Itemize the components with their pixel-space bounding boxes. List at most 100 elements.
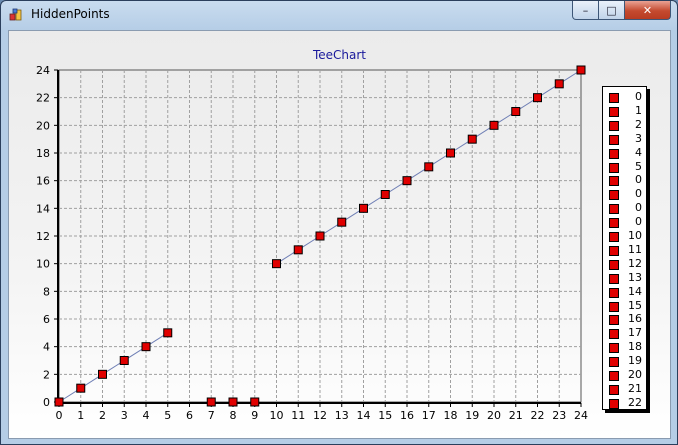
y-tick-label: 16 bbox=[36, 175, 50, 188]
legend-item[interactable]: 2 bbox=[603, 118, 647, 132]
window-title: HiddenPoints bbox=[31, 7, 110, 21]
x-tick-label: 20 bbox=[487, 409, 501, 422]
x-tick-label: 7 bbox=[208, 409, 215, 422]
legend-item[interactable]: 0 bbox=[603, 187, 647, 201]
maximize-icon: □ bbox=[606, 3, 617, 17]
legend-item[interactable]: 0 bbox=[603, 201, 647, 215]
legend-swatch bbox=[609, 93, 619, 103]
x-tick-label: 6 bbox=[186, 409, 193, 422]
legend-label: 3 bbox=[635, 131, 642, 145]
data-point bbox=[511, 107, 521, 116]
legend-item[interactable]: 0 bbox=[603, 90, 647, 104]
legend-item[interactable]: 0 bbox=[603, 173, 647, 187]
y-tick-label: 22 bbox=[36, 92, 50, 105]
legend-item[interactable]: 13 bbox=[603, 271, 647, 285]
x-tick-label: 19 bbox=[465, 409, 479, 422]
legend-item[interactable]: 22 bbox=[603, 396, 647, 410]
legend-swatch bbox=[609, 218, 619, 229]
data-point bbox=[467, 134, 477, 144]
legend-swatch bbox=[609, 315, 619, 326]
maximize-button[interactable]: □ bbox=[599, 1, 625, 20]
legend-label: 12 bbox=[628, 256, 642, 270]
tee-chart[interactable]: TeeChart 0 2 4 6 8 10 12 14 16 18 20 22 24 0 1 2 3 4 5 6 7 8 9… bbox=[9, 31, 670, 438]
legend-swatch bbox=[609, 134, 619, 145]
minimize-button[interactable]: – bbox=[572, 1, 599, 20]
legend-label: 13 bbox=[628, 270, 642, 284]
legend-item[interactable]: 17 bbox=[603, 326, 647, 340]
data-point bbox=[380, 190, 390, 199]
legend-swatch bbox=[609, 343, 619, 354]
data-point bbox=[337, 217, 347, 227]
legend-item[interactable]: 16 bbox=[603, 312, 647, 326]
data-point bbox=[98, 369, 107, 379]
legend-item[interactable]: 4 bbox=[603, 146, 647, 160]
legend-item[interactable]: 11 bbox=[603, 243, 647, 257]
legend-label: 0 bbox=[635, 90, 642, 103]
data-point bbox=[228, 397, 238, 407]
y-tick-label: 0 bbox=[43, 396, 50, 409]
window-controls: – □ ✕ bbox=[572, 1, 671, 21]
legend-label: 14 bbox=[628, 284, 642, 298]
legend-item[interactable]: 0 bbox=[603, 215, 647, 229]
legend-label: 18 bbox=[628, 340, 642, 354]
y-tick-label: 2 bbox=[43, 368, 50, 381]
data-point bbox=[489, 120, 499, 130]
chart-legend[interactable]: 0 1 2 3 4 5 0 0 0 0 10 11 12 13 14 15 16 17 18 19 20 21 22 bbox=[602, 86, 647, 410]
x-tick-label: 12 bbox=[313, 409, 327, 422]
legend-item[interactable]: 21 bbox=[603, 382, 647, 396]
legend-item[interactable]: 3 bbox=[603, 132, 647, 146]
x-tick-label: 16 bbox=[400, 409, 414, 422]
data-point bbox=[141, 342, 151, 352]
legend-item[interactable]: 18 bbox=[603, 340, 647, 354]
legend-swatch bbox=[609, 273, 619, 284]
y-tick-label: 8 bbox=[43, 285, 50, 298]
x-tick-label: 1 bbox=[77, 409, 84, 422]
title-bar[interactable]: HiddenPoints – □ ✕ bbox=[1, 1, 677, 29]
legend-label: 2 bbox=[635, 117, 642, 131]
x-tick-label: 11 bbox=[291, 409, 305, 422]
legend-swatch bbox=[609, 371, 619, 381]
legend-item[interactable]: 10 bbox=[603, 229, 647, 243]
x-tick-label: 22 bbox=[531, 409, 545, 422]
data-point bbox=[315, 231, 325, 241]
close-button[interactable]: ✕ bbox=[625, 1, 671, 20]
data-point bbox=[250, 397, 260, 407]
x-tick-label: 2 bbox=[99, 409, 106, 422]
legend-label: 0 bbox=[635, 201, 642, 215]
legend-item[interactable]: 19 bbox=[603, 354, 647, 368]
legend-swatch bbox=[609, 329, 619, 340]
data-point bbox=[272, 259, 281, 269]
plot-area[interactable]: 0246810121416182022240 1 2 3 4 5 6 7 8 9 10 11 12 13 1… bbox=[9, 31, 670, 438]
legend-label: 16 bbox=[628, 312, 642, 326]
legend-swatch bbox=[609, 384, 619, 395]
legend-swatch bbox=[609, 162, 619, 173]
legend-label: 4 bbox=[635, 145, 642, 159]
legend-swatch bbox=[609, 148, 619, 159]
legend-item[interactable]: 12 bbox=[603, 257, 647, 271]
series-line bbox=[58, 332, 169, 403]
x-tick-label: 3 bbox=[121, 409, 128, 422]
legend-item[interactable]: 5 bbox=[603, 160, 647, 174]
legend-swatch bbox=[609, 176, 619, 187]
legend-item[interactable]: 15 bbox=[603, 299, 647, 313]
y-tick-label: 12 bbox=[36, 230, 50, 243]
legend-item[interactable]: 1 bbox=[603, 104, 647, 118]
y-tick-label: 20 bbox=[36, 119, 50, 132]
y-tick-label: 6 bbox=[43, 313, 50, 326]
x-tick-label: 13 bbox=[335, 409, 349, 422]
x-tick-label: 9 bbox=[251, 409, 258, 422]
y-tick-label: 18 bbox=[36, 147, 50, 160]
data-point bbox=[359, 203, 368, 213]
minimize-icon: – bbox=[582, 3, 589, 17]
legend-item[interactable]: 14 bbox=[603, 285, 647, 299]
data-point bbox=[533, 93, 542, 103]
legend-label: 19 bbox=[628, 354, 642, 368]
x-tick-label: 0 bbox=[56, 409, 63, 422]
legend-item[interactable]: 20 bbox=[603, 368, 647, 382]
data-point bbox=[54, 397, 64, 407]
legend-label: 21 bbox=[628, 381, 642, 395]
legend-label: 11 bbox=[628, 242, 642, 256]
x-tick-label: 24 bbox=[574, 409, 588, 422]
x-tick-label: 15 bbox=[378, 409, 392, 422]
legend-swatch bbox=[609, 259, 619, 270]
